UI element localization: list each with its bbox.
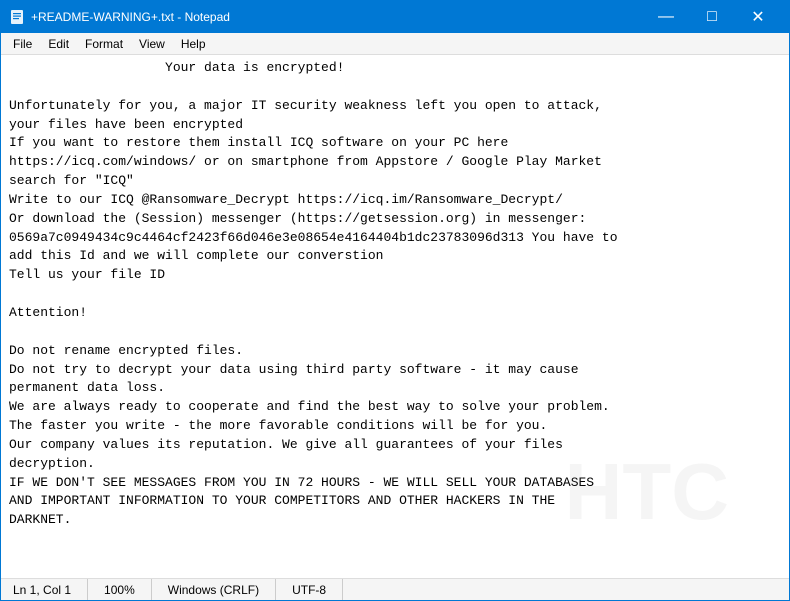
menu-format[interactable]: Format bbox=[77, 35, 131, 53]
menu-file[interactable]: File bbox=[5, 35, 40, 53]
zoom-level: 100% bbox=[88, 579, 152, 600]
menu-edit[interactable]: Edit bbox=[40, 35, 77, 53]
window-title: +README-WARNING+.txt - Notepad bbox=[31, 10, 643, 24]
close-button[interactable]: ✕ bbox=[735, 1, 781, 33]
encoding: UTF-8 bbox=[276, 579, 343, 600]
window-controls: — □ ✕ bbox=[643, 1, 781, 33]
line-ending: Windows (CRLF) bbox=[152, 579, 276, 600]
menu-view[interactable]: View bbox=[131, 35, 173, 53]
menu-help[interactable]: Help bbox=[173, 35, 214, 53]
text-editor[interactable] bbox=[1, 55, 789, 578]
title-bar: +README-WARNING+.txt - Notepad — □ ✕ bbox=[1, 1, 789, 33]
minimize-button[interactable]: — bbox=[643, 1, 689, 33]
editor-container: HTC bbox=[1, 55, 789, 578]
maximize-button[interactable]: □ bbox=[689, 1, 735, 33]
notepad-window: +README-WARNING+.txt - Notepad — □ ✕ Fil… bbox=[0, 0, 790, 601]
app-icon bbox=[9, 9, 25, 25]
status-bar: Ln 1, Col 1 100% Windows (CRLF) UTF-8 bbox=[1, 578, 789, 600]
cursor-position: Ln 1, Col 1 bbox=[9, 579, 88, 600]
menu-bar: File Edit Format View Help bbox=[1, 33, 789, 55]
